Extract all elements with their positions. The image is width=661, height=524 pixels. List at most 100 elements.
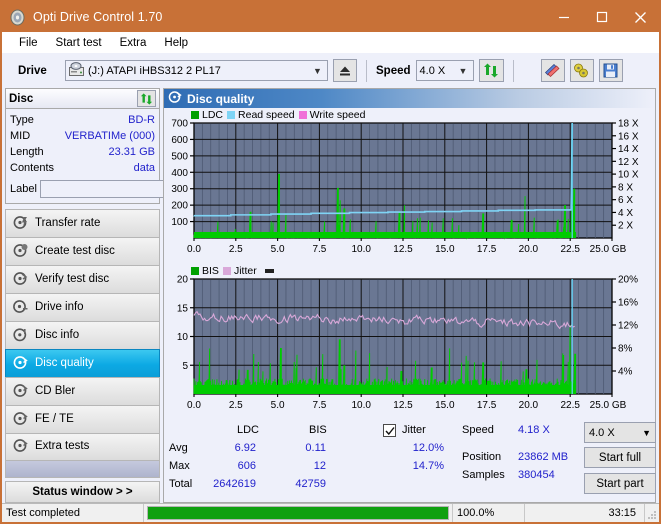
sidebar-item-extra-tests[interactable]: Extra tests <box>5 433 160 461</box>
svg-text:0.0: 0.0 <box>187 244 201 255</box>
svg-text:20.0: 20.0 <box>519 400 539 411</box>
disc-icon <box>9 9 26 26</box>
svg-text:8%: 8% <box>618 344 633 355</box>
status-bar: Test completed 100.0% 33:15 <box>2 503 659 522</box>
sidebar-item-create-test-disc[interactable]: Create test disc <box>5 237 160 265</box>
sidebar-item-drive-info-label: Drive info <box>35 300 84 313</box>
sidebar-item-extra-tests-label: Extra tests <box>35 440 90 453</box>
svg-text:15: 15 <box>177 303 189 314</box>
stats-col-bis: BIS <box>309 424 327 436</box>
title-bar: Opti Drive Control 1.70 <box>2 2 659 32</box>
speed-select[interactable]: 4.0 X ▼ <box>415 60 474 81</box>
speed-value: 4.0 X <box>419 64 446 77</box>
svg-text:2.5: 2.5 <box>229 400 243 411</box>
eject-button[interactable] <box>333 59 357 82</box>
stats-max-ldc: 606 <box>237 460 256 472</box>
svg-text:10.0: 10.0 <box>351 400 371 411</box>
test-speed-select[interactable]: 4.0 X ▼ <box>584 422 656 443</box>
stats-position-label: Position <box>462 451 502 463</box>
stats-panel: LDC BIS Jitter Avg Max Total 6.92 606 26… <box>164 422 656 502</box>
svg-text:12%: 12% <box>618 321 638 332</box>
resize-grip[interactable] <box>645 504 659 522</box>
status-window-button[interactable]: Status window > > <box>5 481 160 503</box>
stats-row-max: Max <box>169 460 190 472</box>
disc-panel-title: Disc <box>9 92 34 105</box>
svg-text:14 X: 14 X <box>618 144 639 155</box>
disc-refresh-button[interactable] <box>137 90 156 107</box>
menu-item-help[interactable]: Help <box>155 37 197 49</box>
start-full-button[interactable]: Start full <box>584 447 656 468</box>
svg-text:18 X: 18 X <box>618 119 639 130</box>
sidebar-item-disc-quality-label: Disc quality <box>35 356 94 369</box>
eraser-button[interactable] <box>540 59 565 82</box>
disc-info-panel: Disc Type BD-R MID VERBATIMe (000) Lengt… <box>5 88 243 204</box>
close-button[interactable] <box>621 2 659 32</box>
disc-row-mid-value: VERBATIMe (000) <box>64 130 155 142</box>
svg-text:20%: 20% <box>618 275 638 286</box>
svg-text:7.5: 7.5 <box>312 244 326 255</box>
disc-test-icon <box>13 215 28 233</box>
ldc-chart-y-right-ticks: 2 X 4 X 6 X 8 X10 X 12 X 14 X 16 X18 X <box>612 119 639 232</box>
sidebar-item-cd-bler[interactable]: CD Bler <box>5 377 160 405</box>
start-part-label: Start part <box>596 477 644 490</box>
menu-item-file[interactable]: File <box>10 37 47 49</box>
main-title: Disc quality <box>187 91 255 106</box>
disc-label-row: Label <box>10 178 243 199</box>
sidebar-item-disc-quality[interactable]: Disc quality <box>5 349 160 377</box>
refresh-button[interactable] <box>478 59 504 82</box>
bis-chart-y-right-ticks: 4% 8% 12% 16% 20% <box>612 275 638 378</box>
svg-text:12.5: 12.5 <box>393 244 413 255</box>
menu-bar: File Start test Extra Help <box>2 32 659 53</box>
svg-text:2 X: 2 X <box>618 221 633 232</box>
save-button[interactable] <box>598 59 623 82</box>
svg-text:10.0: 10.0 <box>351 244 371 255</box>
svg-text:7.5: 7.5 <box>312 400 326 411</box>
stats-avg-bis: 0.11 <box>305 442 326 454</box>
start-full-label: Start full <box>598 451 642 464</box>
sidebar-item-verify-test-disc-label: Verify test disc <box>35 272 110 285</box>
bitsetting-button[interactable] <box>569 59 594 82</box>
ldc-chart-y-left-ticks: 100 200 300 400 500 600 700 <box>171 119 194 228</box>
svg-text:12 X: 12 X <box>618 157 639 168</box>
elapsed-time: 33:15 <box>525 504 645 522</box>
svg-text:15.0: 15.0 <box>435 400 455 411</box>
disc-panel-header: Disc <box>6 89 159 109</box>
svg-text:0.0: 0.0 <box>187 400 201 411</box>
menu-item-extra[interactable]: Extra <box>111 37 156 49</box>
stats-speed-value: 4.18 X <box>518 424 550 436</box>
sidebar-item-transfer-rate[interactable]: Transfer rate <box>5 209 160 237</box>
sidebar-item-disc-info-label: Disc info <box>35 328 80 341</box>
stats-samples-label: Samples <box>462 469 505 481</box>
start-part-button[interactable]: Start part <box>584 473 656 494</box>
disc-quality-icon <box>13 355 28 373</box>
svg-text:22.5: 22.5 <box>560 400 580 411</box>
disc-info-icon <box>13 327 28 345</box>
sidebar-item-verify-test-disc[interactable]: Verify test disc <box>5 265 160 293</box>
menu-item-start-test[interactable]: Start test <box>47 37 111 49</box>
drive-label: Drive <box>18 64 47 77</box>
disc-row-type-key: Type <box>10 114 34 126</box>
test-speed-value: 4.0 X <box>589 426 615 439</box>
disc-rows: Type BD-R MID VERBATIMe (000) Length 23.… <box>6 109 243 203</box>
stats-max-bis: 12 <box>313 460 326 472</box>
jitter-checkbox[interactable] <box>383 424 396 437</box>
svg-text:8 X: 8 X <box>618 182 633 193</box>
drive-select[interactable]: (J:) ATAPI iHBS312 2 PL17 ▼ <box>65 60 328 81</box>
ldc-chart: 100 200 300 400 500 600 700 2 X 4 X 6 X 8 X 10 X 12… <box>164 108 654 268</box>
window-title: Opti Drive Control 1.70 <box>33 10 163 24</box>
chevron-down-icon: ▼ <box>458 65 468 76</box>
svg-text:22.5: 22.5 <box>560 244 580 255</box>
stats-row-avg: Avg <box>169 442 188 454</box>
sidebar-item-disc-info[interactable]: Disc info <box>5 321 160 349</box>
progress-bar <box>147 506 449 520</box>
minimize-button[interactable] <box>545 2 583 32</box>
bis-jitter-chart: 5 10 15 20 4% 8% 12% 16% 20% 0.0 2.5 5.0 7.5 10.0 12… <box>164 264 654 424</box>
svg-text:200: 200 <box>171 201 188 212</box>
svg-text:15.0: 15.0 <box>435 244 455 255</box>
sidebar-item-fe-te[interactable]: FE / TE <box>5 405 160 433</box>
cd-bler-icon <box>13 383 28 401</box>
maximize-button[interactable] <box>583 2 621 32</box>
sidebar-item-drive-info[interactable]: Drive info <box>5 293 160 321</box>
svg-text:17.5: 17.5 <box>477 244 497 255</box>
chevron-down-icon: ▼ <box>313 65 322 76</box>
